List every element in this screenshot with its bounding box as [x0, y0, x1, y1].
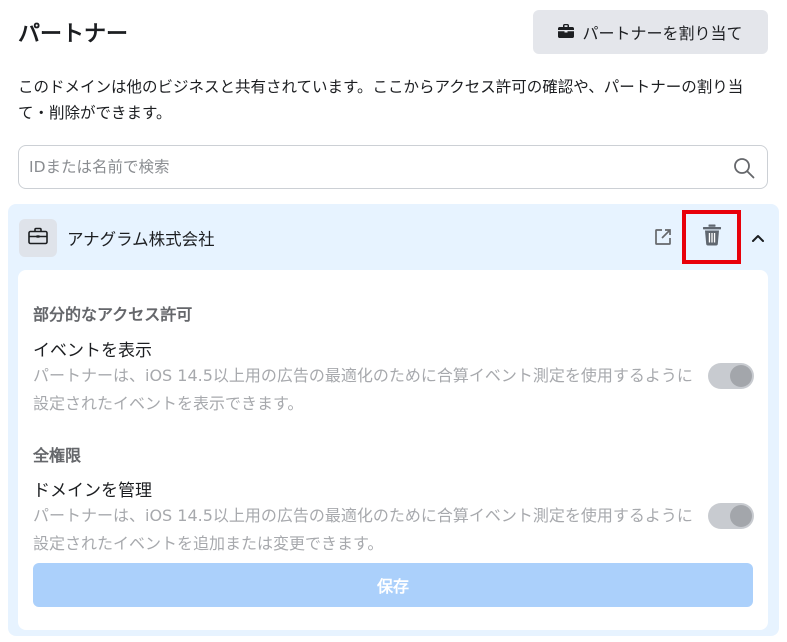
briefcase-icon	[558, 23, 575, 42]
trash-icon	[702, 224, 722, 250]
toggle-knob	[730, 365, 752, 387]
assign-partner-button[interactable]: パートナーを割り当て	[533, 10, 768, 54]
section-heading-partial-access: 部分的なアクセス許可	[33, 305, 193, 324]
save-button[interactable]: 保存	[33, 563, 753, 607]
search-input[interactable]	[29, 146, 719, 188]
partner-permissions-panel: 部分的なアクセス許可 イベントを表示 パートナーは、iOS 14.5以上用の広告…	[18, 270, 768, 630]
partner-card: アナグラム株式会社 部分的なアクセス許可 イベントを表示 パートナーは、iOS …	[8, 204, 779, 636]
assign-partner-label: パートナーを割り当て	[582, 24, 743, 43]
section-heading-full-access: 全権限	[33, 446, 82, 465]
delete-partner-button[interactable]	[682, 210, 741, 264]
view-events-toggle[interactable]	[708, 363, 754, 389]
partner-card-header[interactable]: アナグラム株式会社	[8, 204, 779, 270]
permission-title-view-events: イベントを表示	[33, 341, 152, 361]
permission-title-manage-domain: ドメインを管理	[33, 481, 152, 501]
manage-domain-toggle[interactable]	[708, 503, 754, 529]
briefcase-icon	[28, 227, 48, 249]
permission-description-manage-domain: パートナーは、iOS 14.5以上用の広告の最適化のために合算イベント測定を使用…	[33, 506, 693, 553]
permission-description-view-events: パートナーは、iOS 14.5以上用の広告の最適化のために合算イベント測定を使用…	[33, 366, 693, 413]
search-box	[18, 145, 768, 189]
partner-avatar	[19, 219, 57, 257]
header: パートナー パートナーを割り当て	[0, 0, 787, 64]
page-title: パートナー	[18, 22, 129, 47]
page-description: このドメインは他のビジネスと共有されています。ここからアクセス許可の確認や、パー…	[18, 78, 744, 122]
external-link-icon[interactable]	[653, 227, 673, 247]
partner-name: アナグラム株式会社	[67, 230, 215, 249]
search-icon[interactable]	[733, 157, 755, 179]
chevron-up-icon[interactable]	[750, 230, 766, 244]
toggle-knob	[730, 505, 752, 527]
